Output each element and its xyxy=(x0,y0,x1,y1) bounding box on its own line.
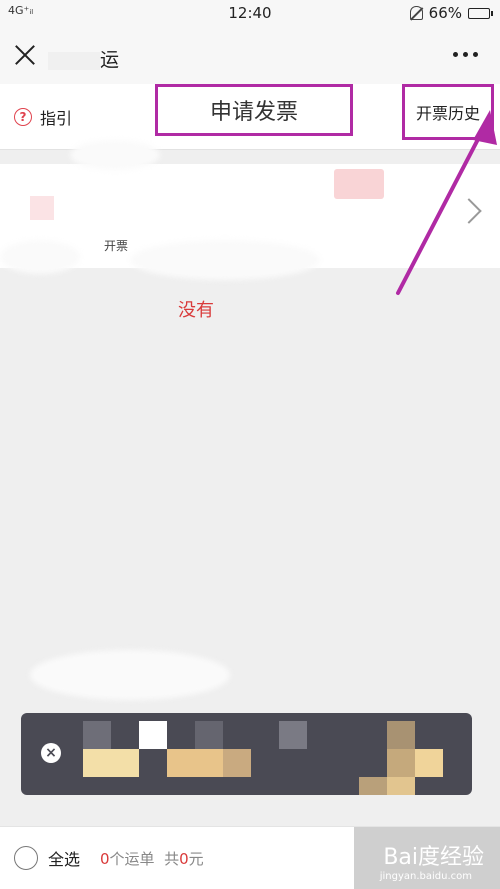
waybill-suffix: 个运单 xyxy=(109,850,155,868)
total-suffix: 元 xyxy=(188,850,204,868)
selection-summary: 0个运单 共0元 xyxy=(100,848,204,869)
total-prefix: 共 xyxy=(164,850,180,868)
submit-button[interactable]: Bai度经验 jingyan.baidu.com xyxy=(354,827,500,889)
bottom-bar: 全选 0个运单 共0元 Bai度经验 jingyan.baidu.com xyxy=(0,826,500,889)
waybill-count: 0 xyxy=(100,850,110,868)
select-all-radio[interactable] xyxy=(14,846,38,870)
annotation-arrow xyxy=(396,110,497,295)
watermark-subtext: jingyan.baidu.com xyxy=(379,871,472,882)
arrow-shaft xyxy=(396,118,490,295)
watermark-text: Bai度经验 xyxy=(383,845,484,870)
total-amount: 0 xyxy=(179,850,189,868)
select-all[interactable]: 全选 xyxy=(14,846,80,870)
select-all-label: 全选 xyxy=(48,850,81,869)
arrow-head xyxy=(473,110,497,145)
